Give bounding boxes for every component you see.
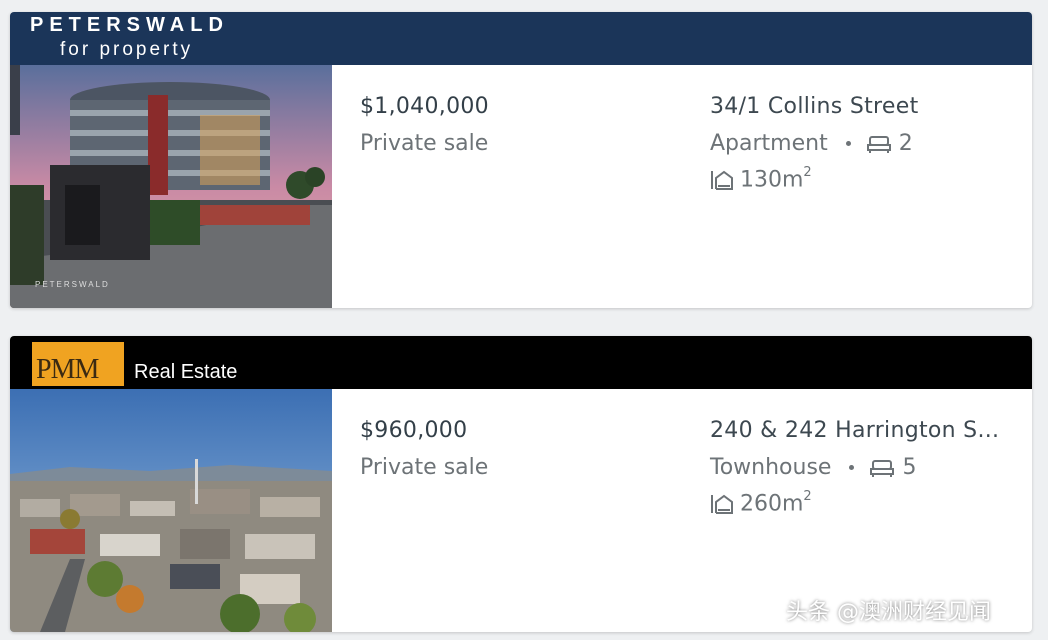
separator-dot (845, 141, 851, 146)
agency-banner[interactable]: PETERSWALD for property (10, 12, 1032, 65)
agency-logo-mark: PMM (32, 342, 124, 386)
agency-logo-line2: for property (60, 39, 194, 60)
separator-dot (849, 465, 855, 470)
svg-text:PETERSWALD: PETERSWALD (35, 280, 110, 289)
watermark: 头条 @澳洲财经见闻 (786, 600, 991, 625)
agency-logo-line1: PETERSWALD (30, 14, 229, 36)
listing-price: $960,000 (360, 418, 468, 443)
sale-method: Private sale (360, 455, 489, 480)
property-features: Townhouse 5 (710, 455, 916, 480)
property-size: 260m2 (710, 489, 812, 517)
listing-photo[interactable]: PETERSWALD (10, 65, 332, 308)
city-aerial-photo (10, 389, 332, 632)
listing-price: $1,040,000 (360, 94, 489, 119)
listing-photo[interactable] (10, 389, 332, 632)
bedroom-count: 2 (898, 131, 913, 156)
land-size-icon (711, 170, 733, 190)
listing-address[interactable]: 240 & 242 Harrington S... (710, 418, 1002, 443)
agency-name: Real Estate (134, 361, 238, 383)
listing-card[interactable]: PMM Real Estate $960,000 Private sale 24… (10, 336, 1032, 632)
agency-logo: PMM Real Estate (32, 342, 237, 386)
property-features: Apartment 2 (710, 131, 913, 156)
property-type: Townhouse (710, 455, 832, 480)
land-size-icon (711, 494, 733, 514)
bed-icon (866, 135, 891, 153)
size-value: 130m2 (740, 165, 812, 193)
bed-icon (870, 459, 895, 477)
bedroom-count: 5 (902, 455, 917, 480)
agency-logo: PETERSWALD for property (30, 14, 229, 61)
apartment-building-photo: PETERSWALD (10, 65, 332, 308)
listing-address[interactable]: 34/1 Collins Street (710, 94, 1002, 119)
property-size: 130m2 (710, 165, 812, 193)
size-value: 260m2 (740, 489, 812, 517)
listing-card[interactable]: PETERSWALD for property PETERSWALD $1,04… (10, 12, 1032, 308)
agency-banner[interactable]: PMM Real Estate (10, 336, 1032, 389)
sale-method: Private sale (360, 131, 489, 156)
agency-logo-text: PMM (36, 354, 99, 385)
property-type: Apartment (710, 131, 828, 156)
